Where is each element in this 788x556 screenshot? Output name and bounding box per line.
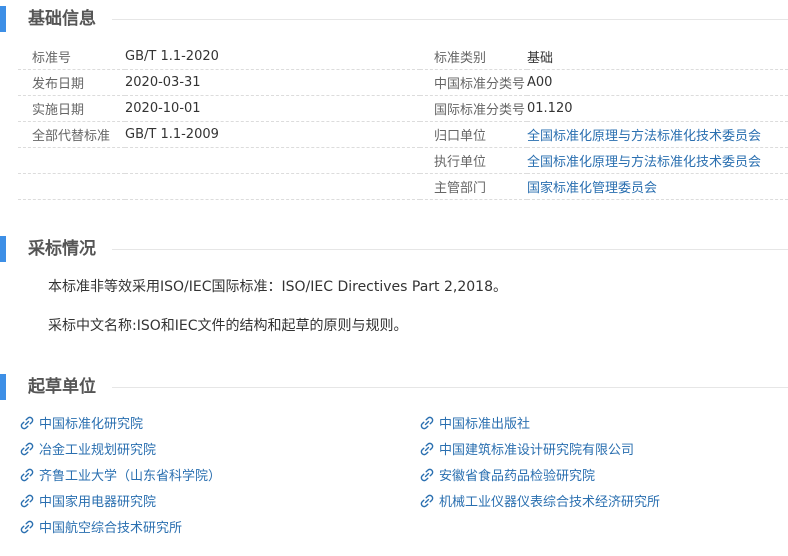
link-icon [420,468,434,482]
section-accent-bar [0,236,6,262]
standard-number-value: GB/T 1.1-2020 [125,44,420,70]
link-icon [20,468,34,482]
org-name[interactable]: 中国标准出版社 [439,417,530,432]
section-accent-bar [0,6,6,32]
basic-info-table: 标准号 GB/T 1.1-2020 标准类别 基础 发布日期 2020-03-3… [18,44,788,200]
org-name[interactable]: 冶金工业规划研究院 [39,443,156,458]
org-name[interactable]: 齐鲁工业大学（山东省科学院） [39,469,221,484]
competent-authority-label: 主管部门 [420,173,527,200]
competent-authority-link[interactable]: 国家标准化管理委员会 [527,173,788,200]
section-title-adoption: 采标情况 [28,239,96,259]
list-item[interactable]: 机械工业仪器仪表综合技术经济研究所 [420,490,660,516]
section-title-basic-info: 基础信息 [28,9,96,29]
link-icon [420,416,434,430]
link-icon [20,416,34,430]
executing-unit-label: 执行单位 [420,147,527,174]
standard-category-value: 基础 [527,44,788,70]
table-row: 标准号 GB/T 1.1-2020 标准类别 基础 [18,44,788,70]
table-row: 执行单位 全国标准化原理与方法标准化技术委员会 [18,147,788,174]
list-item[interactable]: 中国家用电器研究院 [20,490,156,516]
list-item[interactable]: 中国标准出版社 [420,412,530,438]
org-name[interactable]: 中国航空综合技术研究所 [39,521,182,536]
section-divider [112,249,788,250]
org-name[interactable]: 中国家用电器研究院 [39,495,156,510]
list-item[interactable]: 中国建筑标准设计研究院有限公司 [420,438,634,464]
link-icon [20,494,34,508]
list-item[interactable]: 中国标准化研究院 [20,412,143,438]
link-icon [420,442,434,456]
link-icon [20,520,34,534]
list-item[interactable]: 中国航空综合技术研究所 [20,516,182,542]
list-item[interactable]: 齐鲁工业大学（山东省科学院） [20,464,221,490]
standard-number-label: 标准号 [18,44,125,70]
org-name[interactable]: 安徽省食品药品检验研究院 [439,469,595,484]
technical-committee-label: 归口单位 [420,121,527,148]
table-row: 全部代替标准 GB/T 1.1-2009 归口单位 全国标准化原理与方法标准化技… [18,121,788,148]
publish-date-value: 2020-03-31 [125,69,420,96]
link-icon [20,442,34,456]
replaces-label: 全部代替标准 [18,121,125,148]
org-name[interactable]: 中国建筑标准设计研究院有限公司 [439,443,634,458]
replaces-value: GB/T 1.1-2009 [125,121,420,148]
implement-date-label: 实施日期 [18,95,125,122]
section-divider [112,387,788,388]
list-item[interactable]: 安徽省食品药品检验研究院 [420,464,595,490]
table-row: 发布日期 2020-03-31 中国标准分类号 A00 [18,69,788,96]
adoption-chinese-name: 采标中文名称:ISO和IEC文件的结构和起草的原则与规则。 [48,318,408,334]
ccs-label: 中国标准分类号 [420,69,527,96]
ics-label: 国际标准分类号 [420,95,527,122]
empty-value [125,173,420,200]
ccs-value: A00 [527,69,788,96]
section-title-drafting-units: 起草单位 [28,377,96,397]
publish-date-label: 发布日期 [18,69,125,96]
empty-label [18,147,125,174]
org-name[interactable]: 中国标准化研究院 [39,417,143,432]
list-item[interactable]: 冶金工业规划研究院 [20,438,156,464]
section-header-drafting-units: 起草单位 [0,374,788,400]
section-header-adoption: 采标情况 [0,236,788,262]
section-accent-bar [0,374,6,400]
technical-committee-link[interactable]: 全国标准化原理与方法标准化技术委员会 [527,121,788,148]
implement-date-value: 2020-10-01 [125,95,420,122]
executing-unit-link[interactable]: 全国标准化原理与方法标准化技术委员会 [527,147,788,174]
section-divider [112,19,788,20]
standard-category-label: 标准类别 [420,44,527,70]
ics-value: 01.120 [527,95,788,122]
table-row: 主管部门 国家标准化管理委员会 [18,173,788,200]
empty-label [18,173,125,200]
org-name[interactable]: 机械工业仪器仪表综合技术经济研究所 [439,495,660,510]
empty-value [125,147,420,174]
section-header-basic-info: 基础信息 [0,6,788,32]
link-icon [420,494,434,508]
table-row: 实施日期 2020-10-01 国际标准分类号 01.120 [18,95,788,122]
adoption-statement: 本标准非等效采用ISO/IEC国际标准：ISO/IEC Directives P… [48,279,507,295]
